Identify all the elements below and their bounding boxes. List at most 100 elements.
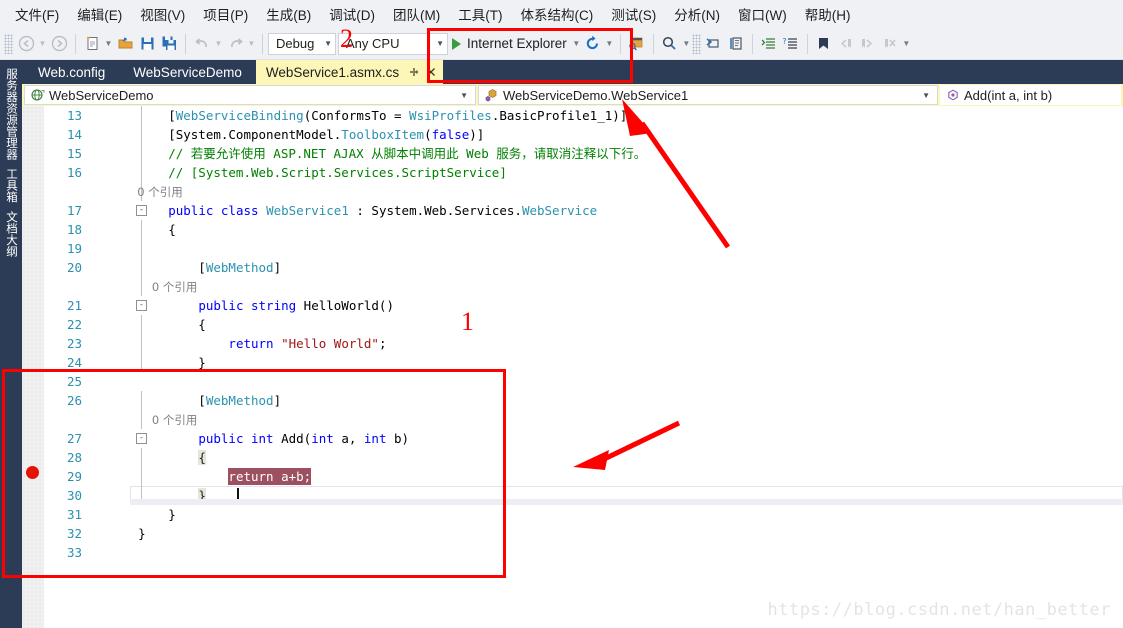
toolbar-grip[interactable] [691, 33, 701, 54]
code-line[interactable]: 0 个引用 [44, 277, 1123, 296]
solution-configuration-select[interactable]: Debug ▼ [268, 32, 336, 55]
next-bookmark-icon[interactable] [857, 33, 879, 55]
solution-platform-select[interactable]: Any CPU ▼ [338, 32, 448, 55]
watermark-text: https://blog.csdn.net/han_better [767, 600, 1111, 620]
menu-help[interactable]: 帮助(H) [796, 0, 860, 28]
start-debugging-button[interactable]: Internet Explorer [450, 33, 571, 55]
redo-dropdown[interactable]: ▼ [246, 33, 257, 55]
prev-bookmark-icon[interactable] [835, 33, 857, 55]
project-dropdown-value: WebServiceDemo [49, 87, 154, 103]
code-line[interactable]: 31 } [44, 505, 1123, 524]
navigation-bar: WebServiceDemo ▼ WebServiceDemo.WebServi… [0, 84, 1123, 106]
clear-bookmarks-icon[interactable] [879, 33, 901, 55]
save-icon[interactable] [136, 33, 158, 55]
project-dropdown[interactable]: WebServiceDemo ▼ [24, 85, 476, 105]
code-line[interactable]: 0 个引用 [44, 182, 1123, 201]
code-line[interactable]: 33 [44, 543, 1123, 562]
comment-icon[interactable] [703, 33, 725, 55]
code-text-area[interactable]: 13 [WebServiceBinding(ConformsTo = WsiPr… [44, 106, 1123, 628]
code-line[interactable]: 22 { [44, 315, 1123, 334]
left-dock-tab-2[interactable]: 工具箱 [1, 164, 21, 207]
toolbar-overflow-button[interactable]: ▼ [901, 33, 912, 55]
breakpoint-marker[interactable] [26, 466, 39, 479]
annotation-label-1: 1 [461, 307, 474, 336]
code-line[interactable]: 29 return a+b; [44, 467, 1123, 486]
toolbar: ▼ ▼ ▼ ▼ Debug ▼ Any CPU ▼ Internet Explo… [0, 28, 1123, 60]
member-dropdown[interactable]: Add(int a, int b) [940, 85, 1121, 105]
undo-dropdown[interactable]: ▼ [213, 33, 224, 55]
menu-architecture[interactable]: 体系结构(C) [512, 0, 603, 28]
editor-tab-2[interactable]: WebServiceDemo [119, 60, 256, 84]
bookmark-icon[interactable] [813, 33, 835, 55]
toolbar-grip[interactable] [4, 33, 13, 54]
menu-file[interactable]: 文件(F) [6, 0, 68, 28]
code-line[interactable]: 15 // 若要允许使用 ASP.NET AJAX 从脚本中调用此 Web 服务… [44, 144, 1123, 163]
code-line[interactable]: 28 { [44, 448, 1123, 467]
run-target-dropdown[interactable]: ▼ [571, 33, 582, 55]
code-line[interactable]: 20 [WebMethod] [44, 258, 1123, 277]
navigate-forward-icon[interactable] [48, 33, 70, 55]
indent-icon[interactable] [758, 33, 780, 55]
line-number: 33 [66, 545, 82, 560]
find-dropdown[interactable]: ▼ [681, 33, 692, 55]
navigate-back-dropdown[interactable]: ▼ [37, 33, 48, 55]
toolbar-divider [619, 33, 621, 54]
menu-build[interactable]: 生成(B) [257, 0, 320, 28]
navigate-back-icon[interactable] [15, 33, 37, 55]
code-line[interactable]: 25 [44, 372, 1123, 391]
code-line[interactable]: 21- public string HelloWorld() [44, 296, 1123, 315]
code-line[interactable]: 14 [System.ComponentModel.ToolboxItem(fa… [44, 125, 1123, 144]
new-file-dropdown[interactable]: ▼ [103, 33, 114, 55]
menu-analyze[interactable]: 分析(N) [665, 0, 729, 28]
save-all-icon[interactable] [158, 33, 180, 55]
code-line[interactable]: 19 [44, 239, 1123, 258]
new-file-icon[interactable] [81, 33, 103, 55]
menu-test[interactable]: 测试(S) [602, 0, 665, 28]
find-icon[interactable] [659, 33, 681, 55]
code-line[interactable]: 16 // [System.Web.Script.Services.Script… [44, 163, 1123, 182]
menu-edit[interactable]: 编辑(E) [68, 0, 131, 28]
editor-tab-1[interactable]: Web.config [24, 60, 119, 84]
type-dropdown[interactable]: WebServiceDemo.WebService1 ▼ [478, 85, 938, 105]
undo-icon[interactable] [191, 33, 213, 55]
menu-window[interactable]: 窗口(W) [729, 0, 796, 28]
code-line-text: { [108, 222, 176, 237]
uncomment-icon[interactable] [725, 33, 747, 55]
refresh-dropdown[interactable]: ▼ [604, 33, 615, 55]
open-file-icon[interactable] [114, 33, 136, 55]
menu-team[interactable]: 团队(M) [384, 0, 449, 28]
browser-icon[interactable] [626, 33, 648, 55]
menu-tools[interactable]: 工具(T) [449, 0, 511, 28]
code-line[interactable]: 17- public class WebService1 : System.We… [44, 201, 1123, 220]
outdent-icon[interactable]: ? [780, 33, 802, 55]
editor-tab-3[interactable]: WebService1.asmx.cs [255, 60, 444, 84]
left-dock-tab-1[interactable]: 服务器资源管理器 [1, 64, 21, 164]
refresh-icon[interactable] [582, 33, 604, 55]
editor-tab-label: WebService1.asmx.cs [265, 64, 400, 80]
left-dock-tab-3[interactable]: 文档大纲 [1, 207, 21, 261]
code-line-text: [WebMethod] [108, 260, 282, 275]
horizontal-scrollbar[interactable] [130, 499, 1123, 505]
code-line[interactable]: 0 个引用 [44, 410, 1123, 429]
menu-view[interactable]: 视图(V) [131, 0, 194, 28]
close-icon[interactable] [422, 64, 439, 81]
code-line[interactable]: 32 } [44, 524, 1123, 543]
redo-icon[interactable] [224, 33, 246, 55]
code-line[interactable]: 13 [WebServiceBinding(ConformsTo = WsiPr… [44, 106, 1123, 125]
code-line-text: 0 个引用 [108, 413, 198, 427]
line-number: 20 [66, 260, 82, 275]
pin-icon[interactable] [405, 64, 422, 81]
code-line[interactable]: 27- public int Add(int a, int b) [44, 429, 1123, 448]
code-line[interactable]: 26 [WebMethod] [44, 391, 1123, 410]
toolbar-divider [262, 33, 263, 54]
code-line[interactable]: 24 } [44, 353, 1123, 372]
code-line[interactable]: 18 { [44, 220, 1123, 239]
method-icon [944, 88, 961, 102]
code-line[interactable]: 23 return "Hello World"; [44, 334, 1123, 353]
code-line-text: { [108, 317, 206, 332]
line-number: 28 [66, 450, 82, 465]
menu-project[interactable]: 项目(P) [194, 0, 257, 28]
editor-indicator-margin[interactable] [22, 106, 44, 628]
code-editor[interactable]: 13 [WebServiceBinding(ConformsTo = WsiPr… [22, 106, 1123, 628]
line-number: 15 [66, 146, 82, 161]
